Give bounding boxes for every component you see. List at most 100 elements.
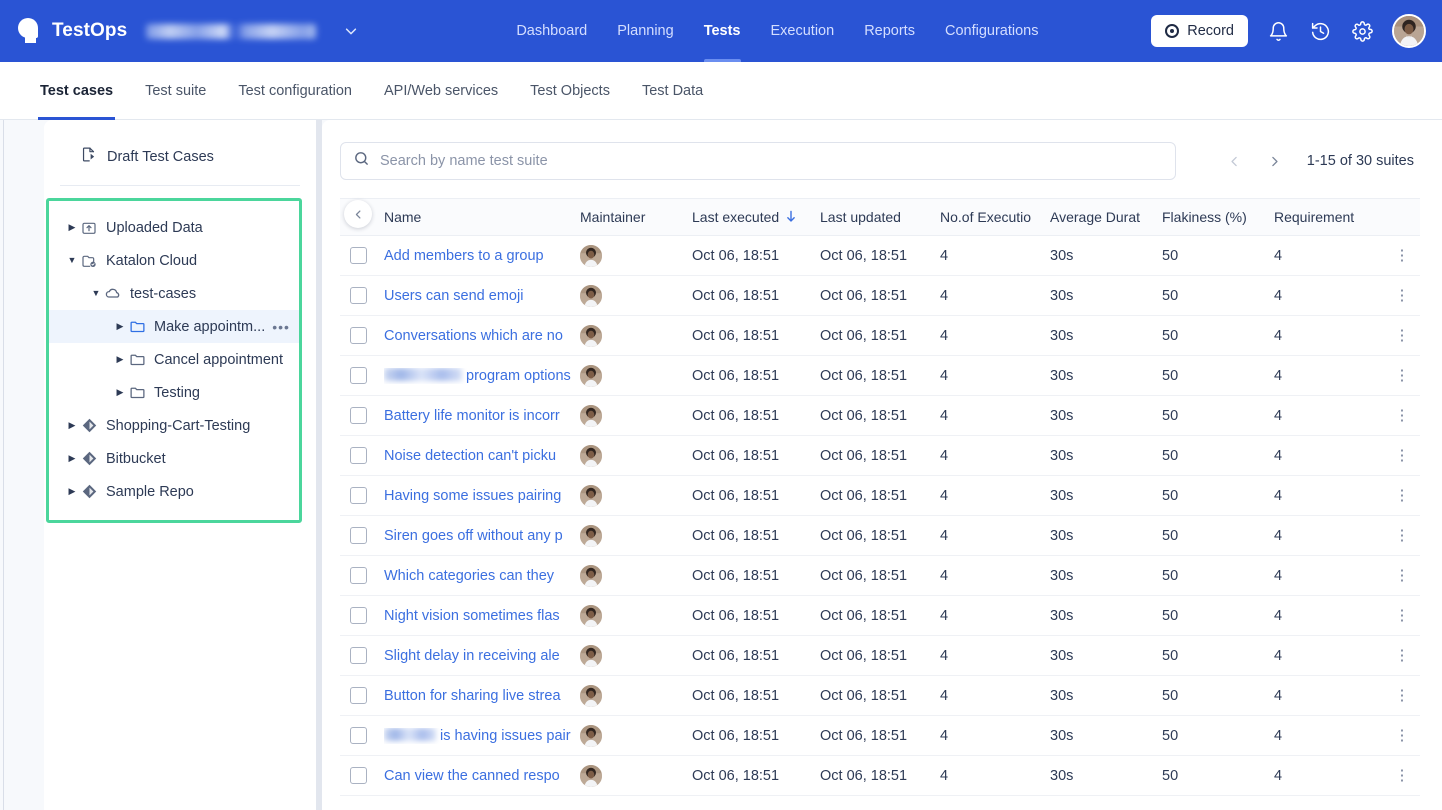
table-row[interactable]: Night vision sometimes flas Oct 06, 18:51…: [340, 596, 1420, 636]
kebab-menu-icon[interactable]: ⋮: [1395, 688, 1410, 703]
row-checkbox[interactable]: [350, 327, 367, 344]
test-suite-name-link[interactable]: Button for sharing live strea: [384, 688, 561, 704]
kebab-menu-icon[interactable]: ⋮: [1395, 608, 1410, 623]
chevron-down-icon[interactable]: ▼: [89, 289, 103, 298]
table-row[interactable]: is having issues pair Oct 06, 18:51 Oct 06…: [340, 716, 1420, 756]
settings-gear-icon[interactable]: [1350, 19, 1374, 43]
test-suite-name-link[interactable]: Slight delay in receiving ale: [384, 648, 560, 664]
test-suite-name-link[interactable]: Night vision sometimes flas: [384, 608, 560, 624]
history-icon[interactable]: [1308, 19, 1332, 43]
kebab-menu-icon[interactable]: ⋮: [1395, 288, 1410, 303]
chevron-right-icon[interactable]: ▶: [65, 454, 79, 463]
maintainer-avatar[interactable]: [580, 604, 602, 627]
table-row[interactable]: Noise detection can't picku Oct 06, 18:51…: [340, 436, 1420, 476]
maintainer-avatar[interactable]: [580, 764, 602, 787]
table-row[interactable]: Add members to a group Oct 06, 18:51 Oct 0…: [340, 236, 1420, 276]
sidebar-collapse-button[interactable]: [344, 200, 372, 228]
column-header-last-executed[interactable]: Last executed: [692, 209, 820, 225]
nav-item-dashboard[interactable]: Dashboard: [516, 0, 587, 62]
tree-item-bitbucket[interactable]: ▶ Bitbucket: [49, 442, 299, 475]
test-suite-name-link[interactable]: Add members to a group: [384, 248, 544, 264]
tree-item-cancel-appointment[interactable]: ▶ Cancel appointment: [49, 343, 299, 376]
kebab-menu-icon[interactable]: ⋮: [1395, 448, 1410, 463]
row-checkbox[interactable]: [350, 367, 367, 384]
test-suite-name-link[interactable]: Can view the canned respo: [384, 768, 560, 784]
table-row[interactable]: Siren goes off without any p Oct 06, 18:5…: [340, 516, 1420, 556]
row-checkbox[interactable]: [350, 607, 367, 624]
tree-item-katalon-cloud[interactable]: ▼ Katalon Cloud: [49, 244, 299, 277]
table-row[interactable]: Conversations which are no Oct 06, 18:51 O…: [340, 316, 1420, 356]
row-checkbox[interactable]: [350, 407, 367, 424]
test-suite-name-link[interactable]: program options: [466, 368, 571, 384]
tree-item-more-menu-icon[interactable]: •••: [272, 320, 290, 334]
tree-item-testing[interactable]: ▶ Testing: [49, 376, 299, 409]
column-header-average-duration[interactable]: Average Durat: [1050, 209, 1162, 225]
column-header-last-updated[interactable]: Last updated: [820, 209, 940, 225]
chevron-right-icon[interactable]: ▶: [65, 421, 79, 430]
maintainer-avatar[interactable]: [580, 244, 602, 267]
test-suite-name-link[interactable]: Which categories can they: [384, 568, 554, 584]
nav-item-planning[interactable]: Planning: [617, 0, 673, 62]
nav-item-tests[interactable]: Tests: [703, 0, 741, 62]
column-header-no-of-executions[interactable]: No.of Executio: [940, 209, 1050, 225]
tree-item-make-appointment[interactable]: ▶ Make appointm... •••: [49, 310, 299, 343]
tab-test-objects[interactable]: Test Objects: [528, 62, 612, 120]
kebab-menu-icon[interactable]: ⋮: [1395, 368, 1410, 383]
chevron-right-icon[interactable]: ▶: [65, 487, 79, 496]
column-header-maintainer[interactable]: Maintainer: [580, 209, 692, 225]
table-row[interactable]: Users can send emoji Oct 06, 18:51 Oct 06,…: [340, 276, 1420, 316]
notifications-icon[interactable]: [1266, 19, 1290, 43]
maintainer-avatar[interactable]: [580, 724, 602, 747]
pagination-next-button[interactable]: [1267, 150, 1283, 172]
kebab-menu-icon[interactable]: ⋮: [1395, 728, 1410, 743]
chevron-right-icon[interactable]: ▶: [65, 223, 79, 232]
record-button[interactable]: Record: [1151, 15, 1248, 47]
row-checkbox[interactable]: [350, 487, 367, 504]
maintainer-avatar[interactable]: [580, 324, 602, 347]
maintainer-avatar[interactable]: [580, 364, 602, 387]
chevron-down-icon[interactable]: [344, 24, 358, 38]
maintainer-avatar[interactable]: [580, 564, 602, 587]
row-checkbox[interactable]: [350, 527, 367, 544]
test-suite-name-link[interactable]: Conversations which are no: [384, 328, 563, 344]
chevron-down-icon[interactable]: ▼: [65, 256, 79, 265]
kebab-menu-icon[interactable]: ⋮: [1395, 328, 1410, 343]
row-checkbox[interactable]: [350, 287, 367, 304]
brand-project-selector[interactable]: TestOps: [0, 17, 358, 45]
kebab-menu-icon[interactable]: ⋮: [1395, 528, 1410, 543]
pagination-prev-button[interactable]: [1227, 150, 1243, 172]
kebab-menu-icon[interactable]: ⋮: [1395, 768, 1410, 783]
table-row[interactable]: Button for sharing live strea Oct 06, 18:…: [340, 676, 1420, 716]
row-checkbox[interactable]: [350, 687, 367, 704]
tab-test-cases[interactable]: Test cases: [38, 62, 116, 120]
maintainer-avatar[interactable]: [580, 484, 602, 507]
nav-item-reports[interactable]: Reports: [864, 0, 915, 62]
column-header-requirement[interactable]: Requirement: [1274, 209, 1384, 225]
row-checkbox[interactable]: [350, 247, 367, 264]
tab-api-web-services[interactable]: API/Web services: [382, 62, 500, 120]
column-header-name[interactable]: Name: [384, 209, 580, 225]
chevron-right-icon[interactable]: ▶: [113, 322, 127, 331]
test-suite-name-link[interactable]: Having some issues pairing: [384, 488, 561, 504]
maintainer-avatar[interactable]: [580, 524, 602, 547]
column-header-flakiness[interactable]: Flakiness (%): [1162, 209, 1274, 225]
search-input[interactable]: [380, 153, 1163, 169]
tab-test-configuration[interactable]: Test configuration: [236, 62, 354, 120]
table-row[interactable]: Which categories can they Oct 06, 18:51 Oc…: [340, 556, 1420, 596]
test-suite-name-link[interactable]: is having issues pair: [440, 728, 571, 744]
nav-item-execution[interactable]: Execution: [771, 0, 835, 62]
row-checkbox[interactable]: [350, 447, 367, 464]
kebab-menu-icon[interactable]: ⋮: [1395, 408, 1410, 423]
table-row[interactable]: Battery life monitor is incorr Oct 06, 18…: [340, 396, 1420, 436]
kebab-menu-icon[interactable]: ⋮: [1395, 648, 1410, 663]
kebab-menu-icon[interactable]: ⋮: [1395, 488, 1410, 503]
maintainer-avatar[interactable]: [580, 644, 602, 667]
nav-item-configurations[interactable]: Configurations: [945, 0, 1039, 62]
chevron-right-icon[interactable]: ▶: [113, 388, 127, 397]
table-row[interactable]: program options Oct 06, 18:51 Oct 06, 18:5…: [340, 356, 1420, 396]
kebab-menu-icon[interactable]: ⋮: [1395, 568, 1410, 583]
tree-item-sample-repo[interactable]: ▶ Sample Repo: [49, 475, 299, 508]
test-suite-name-link[interactable]: Noise detection can't picku: [384, 448, 556, 464]
search-box[interactable]: [340, 142, 1176, 180]
maintainer-avatar[interactable]: [580, 404, 602, 427]
